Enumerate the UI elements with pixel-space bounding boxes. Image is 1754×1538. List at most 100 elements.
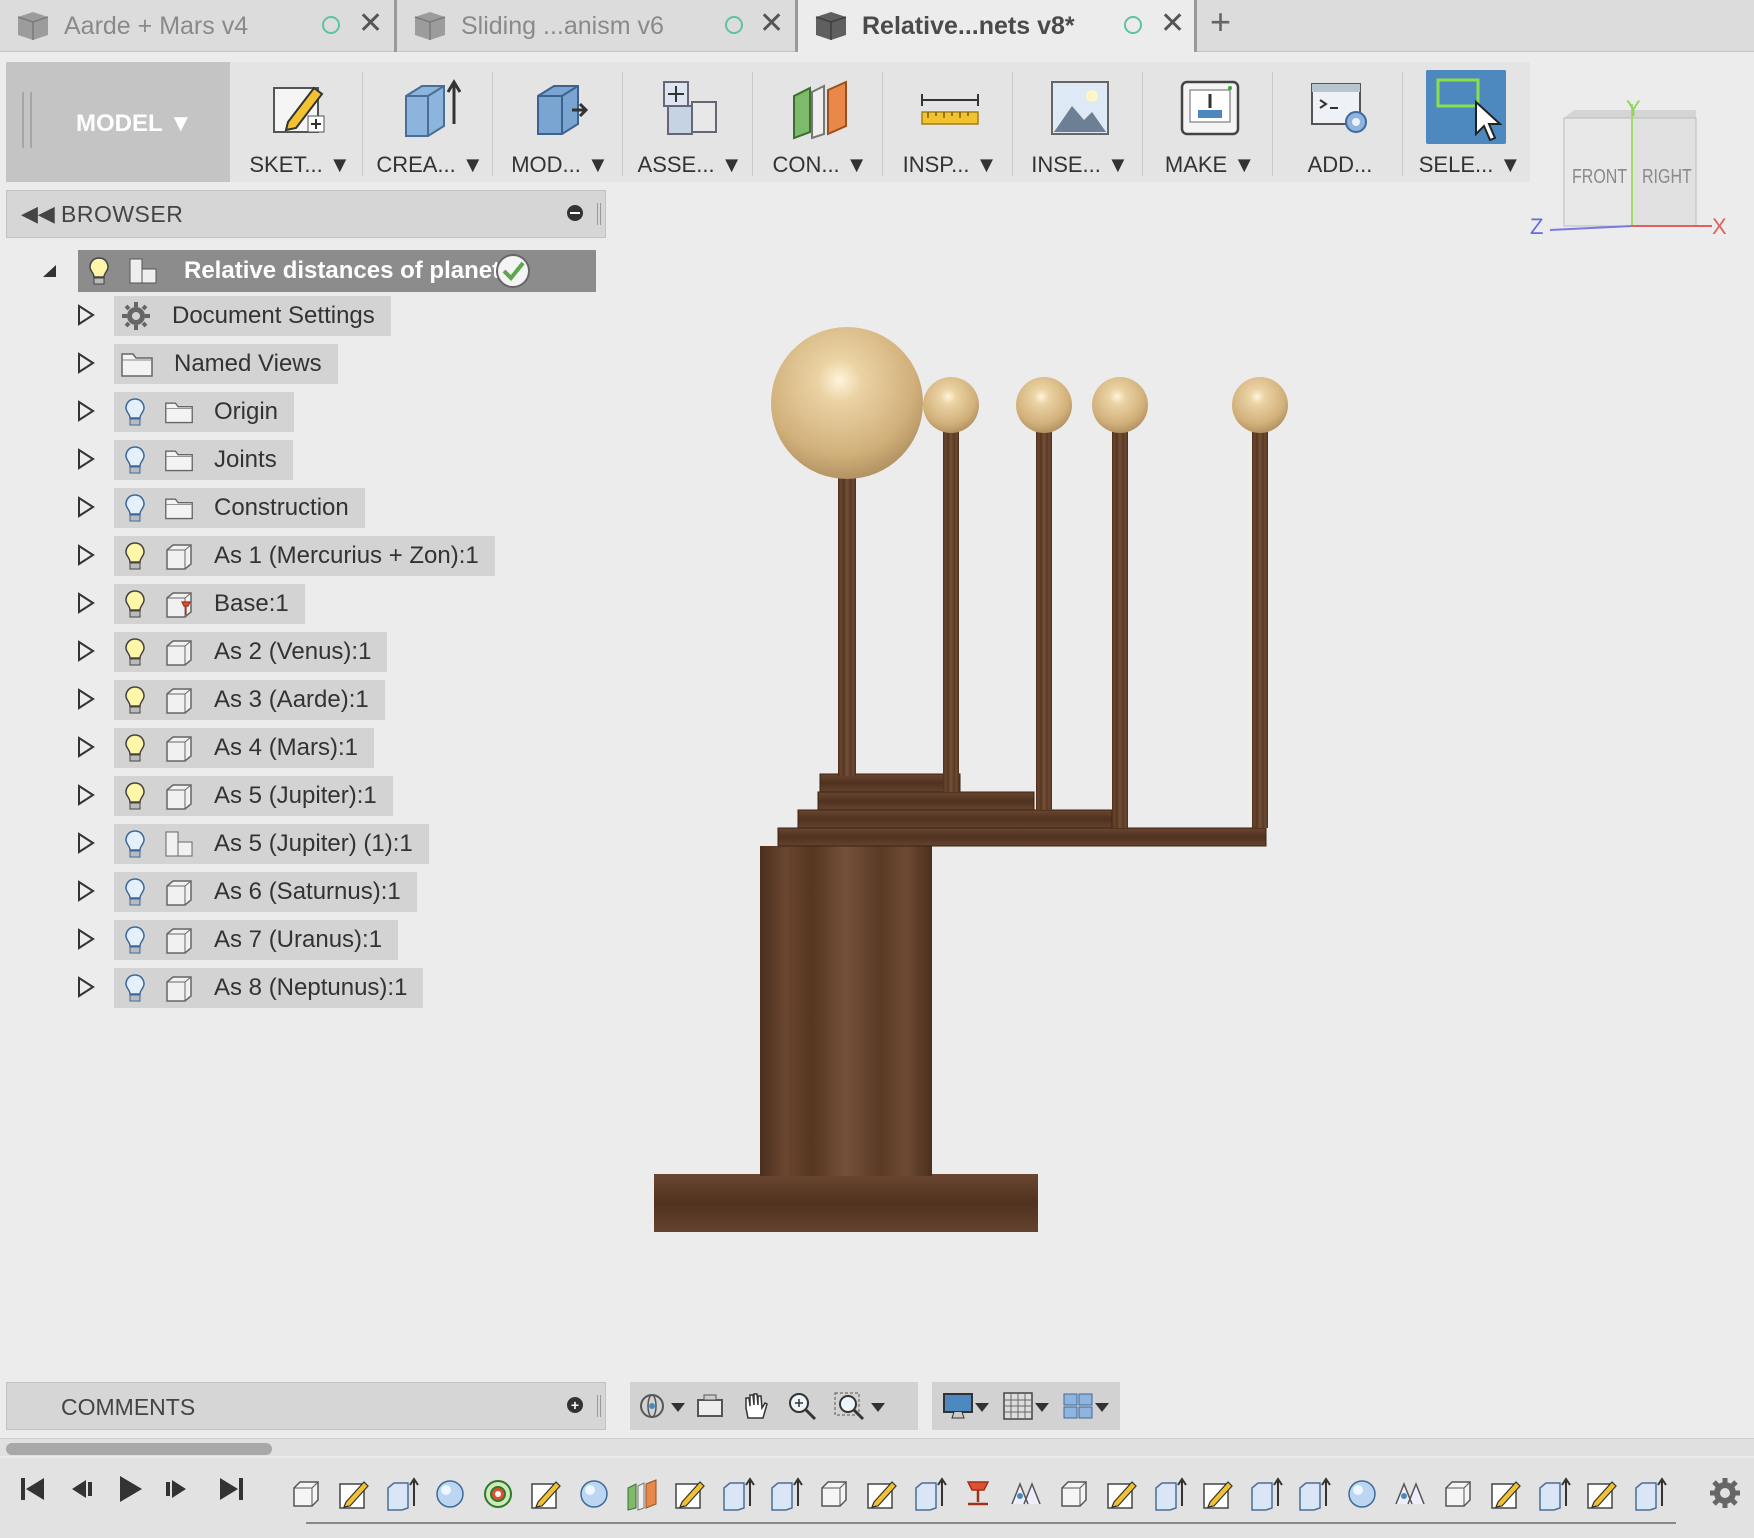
zoom-window-icon[interactable]: [832, 1390, 868, 1422]
sketch-feature-icon[interactable]: [1200, 1476, 1236, 1512]
sketch-feature-icon[interactable]: [1584, 1476, 1620, 1512]
visibility-bulb-icon[interactable]: [124, 973, 146, 1003]
expand-arrow-icon[interactable]: [76, 544, 96, 566]
arm-step[interactable]: [817, 791, 1035, 811]
view-cube[interactable]: FRONT RIGHT Y X Z: [1520, 96, 1740, 250]
box-feature-icon[interactable]: [816, 1476, 852, 1512]
visibility-bulb-icon[interactable]: [124, 589, 146, 619]
box-feature-icon[interactable]: [288, 1476, 324, 1512]
visibility-bulb-icon[interactable]: [124, 685, 146, 715]
panel-grip[interactable]: [597, 1395, 601, 1417]
step-forward-icon[interactable]: [160, 1472, 194, 1506]
orbit-dropdown-icon[interactable]: [668, 1390, 688, 1422]
model-viewport[interactable]: [620, 260, 1500, 1260]
extrude-feature-icon[interactable]: [1152, 1476, 1188, 1512]
sketch-feature-icon[interactable]: [864, 1476, 900, 1512]
visibility-bulb-icon[interactable]: [88, 256, 110, 286]
visibility-bulb-icon[interactable]: [124, 925, 146, 955]
browser-item-node[interactable]: Named Views: [114, 344, 338, 384]
planet-rod[interactable]: [1036, 400, 1052, 810]
construct-button[interactable]: CON... ▼: [756, 62, 884, 182]
horizontal-scrollbar[interactable]: [0, 1438, 1754, 1456]
browser-item-node[interactable]: As 4 (Mars):1: [114, 728, 375, 768]
expand-arrow-icon[interactable]: [76, 496, 96, 518]
browser-item-node[interactable]: As 5 (Jupiter):1: [114, 776, 393, 816]
planet-sphere[interactable]: [923, 377, 979, 433]
joint-feature-icon[interactable]: [480, 1476, 516, 1512]
view-cube-right[interactable]: RIGHT: [1642, 166, 1692, 189]
visibility-bulb-icon[interactable]: [124, 493, 146, 523]
browser-item-node[interactable]: Base:1: [114, 584, 305, 624]
expand-arrow-icon[interactable]: [76, 352, 96, 374]
extrude-feature-icon[interactable]: [768, 1476, 804, 1512]
browser-item-node[interactable]: As 3 (Aarde):1: [114, 680, 385, 720]
scrollbar-thumb[interactable]: [6, 1443, 272, 1455]
addins-button[interactable]: ADD...: [1276, 62, 1404, 182]
extrude-feature-icon[interactable]: [1296, 1476, 1332, 1512]
visibility-bulb-icon[interactable]: [124, 781, 146, 811]
browser-item-node[interactable]: As 5 (Jupiter) (1):1: [114, 824, 429, 864]
planet-rod[interactable]: [943, 400, 959, 792]
browser-panel-header[interactable]: ◀◀ BROWSER: [6, 190, 606, 238]
display-dropdown-icon[interactable]: [972, 1390, 992, 1422]
new-tab-icon[interactable]: +: [1210, 2, 1231, 42]
collapse-browser-icon[interactable]: ◀◀: [21, 201, 55, 227]
expanded-arrow-icon[interactable]: [42, 264, 58, 278]
base-column[interactable]: [760, 846, 932, 1176]
construct-feature-icon[interactable]: [624, 1476, 660, 1512]
expand-arrow-icon[interactable]: [76, 880, 96, 902]
ground-feature-icon[interactable]: [960, 1476, 996, 1512]
display-settings-icon[interactable]: [940, 1390, 976, 1422]
select-button[interactable]: SELE... ▼: [1406, 62, 1534, 182]
sketch-feature-icon[interactable]: [336, 1476, 372, 1512]
box-feature-icon[interactable]: [1440, 1476, 1476, 1512]
close-tab-icon[interactable]: ✕: [759, 9, 784, 39]
comments-panel-header[interactable]: COMMENTS +: [6, 1382, 606, 1430]
base-plate[interactable]: [654, 1174, 1038, 1232]
expand-arrow-icon[interactable]: [76, 304, 96, 326]
browser-item-node[interactable]: As 7 (Uranus):1: [114, 920, 399, 960]
grid-dropdown-icon[interactable]: [1032, 1390, 1052, 1422]
viewports-dropdown-icon[interactable]: [1092, 1390, 1112, 1422]
document-tab[interactable]: Sliding ...anism v6 ✕: [397, 0, 795, 52]
add-comment-icon[interactable]: +: [567, 1397, 583, 1413]
surface-feature-icon[interactable]: [1008, 1476, 1044, 1512]
zoom-dropdown-icon[interactable]: [868, 1390, 888, 1422]
planet-sphere[interactable]: [1092, 377, 1148, 433]
create-button[interactable]: CREA... ▼: [366, 62, 494, 182]
visibility-bulb-icon[interactable]: [124, 733, 146, 763]
extrude-feature-icon[interactable]: [1248, 1476, 1284, 1512]
toolbar-grip[interactable]: [22, 92, 32, 148]
visibility-bulb-icon[interactable]: [124, 397, 146, 427]
sketch-feature-icon[interactable]: [1104, 1476, 1140, 1512]
sphere-feature-icon[interactable]: [1344, 1476, 1380, 1512]
modify-button[interactable]: MOD... ▼: [496, 62, 624, 182]
minimize-browser-icon[interactable]: [567, 205, 583, 221]
go-to-end-icon[interactable]: [214, 1472, 248, 1506]
visibility-bulb-icon[interactable]: [124, 541, 146, 571]
sun-sphere[interactable]: [771, 327, 923, 479]
visibility-bulb-icon[interactable]: [124, 637, 146, 667]
browser-item-node[interactable]: Construction: [114, 488, 365, 528]
arm-step[interactable]: [797, 809, 1113, 829]
extrude-feature-icon[interactable]: [720, 1476, 756, 1512]
extrude-feature-icon[interactable]: [1632, 1476, 1668, 1512]
expand-arrow-icon[interactable]: [76, 448, 96, 470]
timeline-settings-gear-icon[interactable]: [1708, 1476, 1742, 1510]
play-icon[interactable]: [112, 1472, 146, 1506]
active-component-check-icon[interactable]: [494, 252, 532, 290]
box-feature-icon[interactable]: [1056, 1476, 1092, 1512]
insert-button[interactable]: INSE... ▼: [1016, 62, 1144, 182]
expand-arrow-icon[interactable]: [76, 688, 96, 710]
timeline-track[interactable]: [306, 1522, 1676, 1524]
sketch-feature-icon[interactable]: [528, 1476, 564, 1512]
expand-arrow-icon[interactable]: [76, 400, 96, 422]
view-cube-front[interactable]: FRONT: [1572, 166, 1627, 189]
sketch-button[interactable]: SKET... ▼: [236, 62, 364, 182]
browser-item-node[interactable]: Joints: [114, 440, 293, 480]
planet-sphere[interactable]: [1016, 377, 1072, 433]
arm-step[interactable]: [819, 773, 961, 793]
visibility-bulb-icon[interactable]: [124, 445, 146, 475]
expand-arrow-icon[interactable]: [76, 976, 96, 998]
planet-sphere[interactable]: [1232, 377, 1288, 433]
